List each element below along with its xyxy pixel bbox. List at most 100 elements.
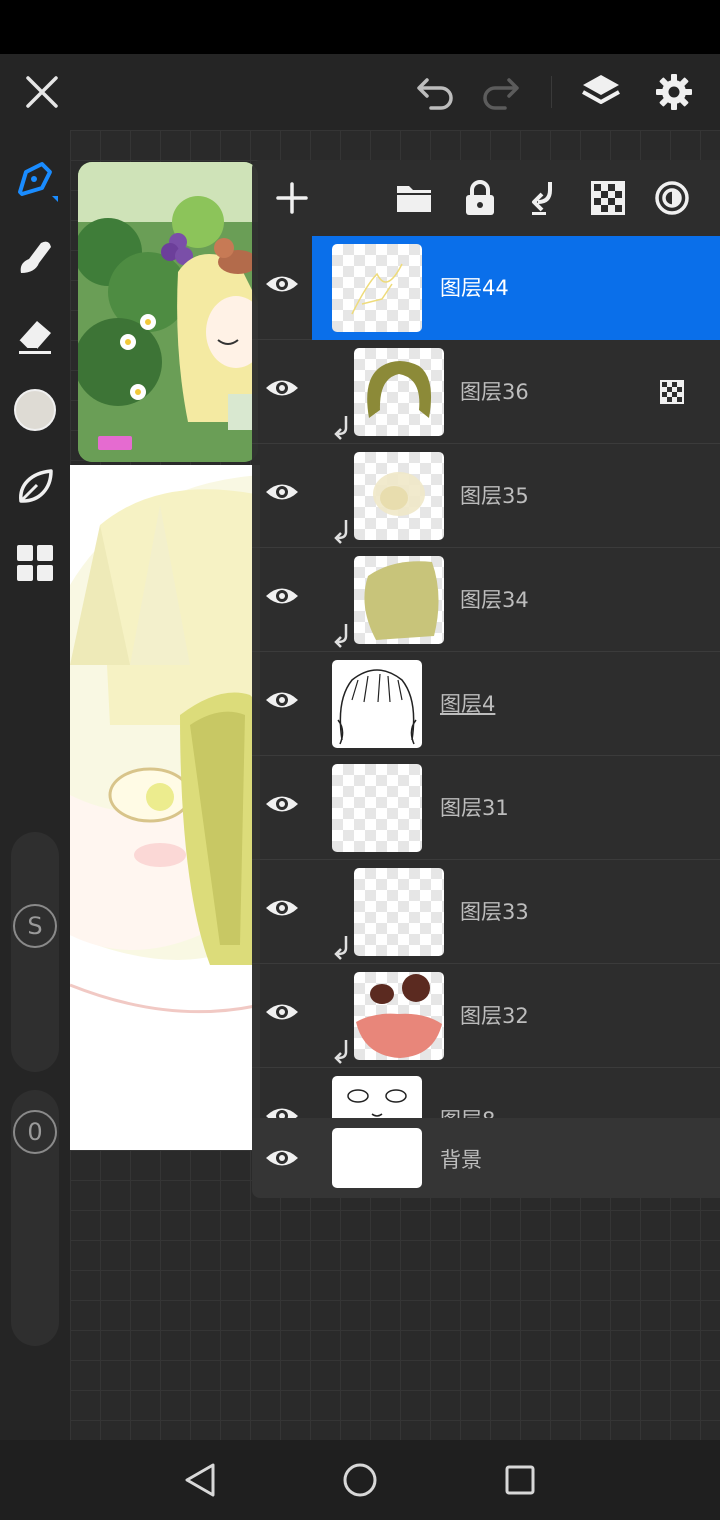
tool-sidebar: S 0 (0, 130, 70, 1440)
layer-row[interactable]: 背景 (252, 1118, 720, 1198)
status-bar (0, 0, 720, 54)
layer-name: 图层31 (440, 796, 509, 820)
brush-size-knob[interactable]: S (13, 904, 57, 948)
pen-tool-button[interactable] (8, 152, 62, 206)
artwork-canvas[interactable] (70, 465, 260, 1150)
eye-icon (266, 588, 298, 604)
toolbar-divider (551, 76, 552, 108)
lock-button[interactable] (456, 174, 504, 222)
visibility-toggle[interactable] (262, 992, 302, 1032)
layer-row[interactable]: 图层36 (252, 340, 720, 444)
layer-thumbnail (354, 868, 444, 956)
layer-name: 图层34 (460, 588, 529, 612)
layer-row[interactable]: 图层32 (252, 964, 720, 1068)
layer-name: 图层44 (440, 276, 509, 300)
layer-row[interactable]: 图层44 (252, 236, 720, 340)
undo-button[interactable] (408, 66, 464, 118)
layer-thumbnail (354, 556, 444, 644)
system-nav-bar (0, 1440, 720, 1520)
clip-button[interactable] (520, 174, 568, 222)
transparency-button[interactable] (584, 174, 632, 222)
layers-icon (582, 75, 620, 104)
layer-row[interactable]: 图层31 (252, 756, 720, 860)
visibility-toggle[interactable] (262, 368, 302, 408)
redo-icon (483, 78, 519, 110)
recents-button[interactable] (496, 1458, 544, 1502)
clip-icon (532, 182, 552, 215)
color-swatch (14, 389, 56, 431)
eraser-tool-button[interactable] (8, 308, 62, 362)
layer-row[interactable]: 图层34 (252, 548, 720, 652)
add-layer-icon (276, 182, 308, 214)
layer-name: 图层33 (460, 900, 529, 924)
visibility-toggle[interactable] (262, 1096, 302, 1118)
close-button[interactable] (14, 66, 70, 118)
layer-name: 图层35 (460, 484, 529, 508)
gear-icon (656, 74, 692, 110)
leaf-icon (19, 469, 53, 503)
settings-button[interactable] (646, 66, 702, 118)
layers-button[interactable] (573, 66, 629, 118)
layer-name: 图层4 (440, 692, 496, 716)
layer-name: 图层32 (460, 1004, 529, 1028)
layer-thumbnail (332, 1128, 422, 1188)
visibility-toggle[interactable] (262, 576, 302, 616)
layer-row[interactable]: 图层33 (252, 860, 720, 964)
eraser-icon (18, 321, 51, 354)
visibility-toggle[interactable] (262, 472, 302, 512)
pen-icon (18, 162, 58, 202)
clip-indicator-icon (334, 416, 348, 440)
undo-icon (417, 78, 453, 110)
blend-icon (655, 181, 689, 215)
opacity-label: 0 (27, 1118, 43, 1146)
clip-indicator-icon (334, 936, 348, 960)
layer-thumbnail (354, 348, 444, 436)
layer-thumbnail (354, 452, 444, 540)
add-layer-button[interactable] (268, 174, 316, 222)
eye-icon (266, 1004, 298, 1020)
eye-icon (266, 1150, 298, 1166)
blend-mode-button[interactable] (648, 174, 696, 222)
eye-icon (266, 276, 298, 292)
brush-size-slider[interactable] (11, 832, 59, 1072)
clip-indicator-icon (334, 1040, 348, 1064)
color-button[interactable] (8, 383, 62, 437)
menu-grid-button[interactable] (8, 536, 62, 590)
back-icon (185, 1463, 215, 1497)
grid-icon (17, 545, 53, 581)
layer-row[interactable]: 图层8 (252, 1068, 720, 1118)
close-icon (26, 76, 58, 108)
size-label: S (27, 912, 43, 940)
top-toolbar (0, 54, 720, 130)
material-button[interactable] (8, 460, 62, 514)
layer-row[interactable]: 图层4 (252, 652, 720, 756)
smudge-tool-button[interactable] (8, 230, 62, 284)
visibility-toggle[interactable] (262, 784, 302, 824)
artwork-illustration (70, 465, 260, 1150)
alpha-lock-icon (660, 380, 684, 404)
visibility-toggle[interactable] (262, 264, 302, 304)
home-button[interactable] (336, 1458, 384, 1502)
visibility-toggle[interactable] (262, 888, 302, 928)
layer-thumbnail (332, 660, 422, 748)
opacity-knob[interactable]: 0 (13, 1110, 57, 1154)
layer-name: 背景 (440, 1148, 482, 1172)
back-button[interactable] (176, 1458, 224, 1502)
redo-button[interactable] (472, 66, 528, 118)
visibility-toggle[interactable] (262, 1138, 302, 1178)
layer-name: 图层8 (440, 1104, 495, 1118)
lock-icon (466, 180, 494, 215)
eye-icon (266, 692, 298, 708)
clip-indicator-icon (334, 624, 348, 648)
reference-illustration (78, 162, 258, 462)
layer-row[interactable]: 图层35 (252, 444, 720, 548)
recents-icon (505, 1465, 535, 1495)
folder-icon (397, 186, 431, 212)
eye-icon (266, 1108, 298, 1118)
home-icon (343, 1463, 377, 1497)
layer-thumbnail (332, 244, 422, 332)
eye-icon (266, 900, 298, 916)
reference-image[interactable] (78, 162, 258, 462)
folder-button[interactable] (390, 174, 438, 222)
visibility-toggle[interactable] (262, 680, 302, 720)
